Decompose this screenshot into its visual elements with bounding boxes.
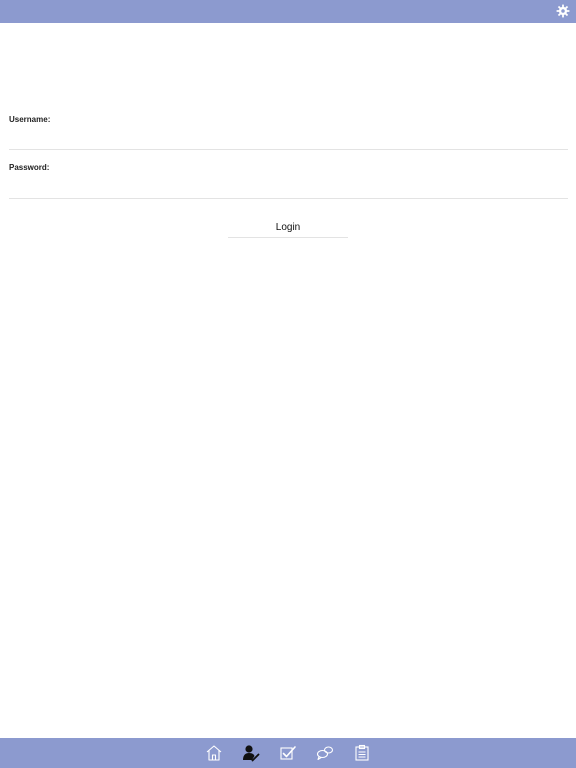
- password-divider: [9, 198, 568, 199]
- tab-clipboard[interactable]: [353, 744, 371, 762]
- tab-messages[interactable]: [316, 744, 334, 762]
- login-button[interactable]: Login: [228, 218, 348, 236]
- password-label: Password:: [9, 163, 50, 172]
- gear-icon: [556, 4, 570, 18]
- checkbox-icon: [280, 746, 296, 760]
- username-field[interactable]: [9, 131, 568, 145]
- home-icon: [206, 745, 222, 761]
- username-divider: [9, 149, 568, 150]
- clipboard-list-icon: [355, 744, 369, 761]
- login-button-underline: [228, 237, 348, 238]
- login-screen: Username: Password: Login: [0, 0, 576, 768]
- chat-bubbles-icon: [316, 746, 334, 761]
- user-edit-icon: [243, 745, 260, 762]
- top-bar: [0, 0, 576, 23]
- username-label: Username:: [9, 115, 51, 124]
- tab-home[interactable]: [205, 744, 223, 762]
- bottom-tab-bar: [0, 738, 576, 768]
- password-field[interactable]: [9, 180, 568, 194]
- tab-tasks[interactable]: [279, 744, 297, 762]
- settings-button[interactable]: [556, 4, 570, 18]
- tab-profile[interactable]: [242, 744, 260, 762]
